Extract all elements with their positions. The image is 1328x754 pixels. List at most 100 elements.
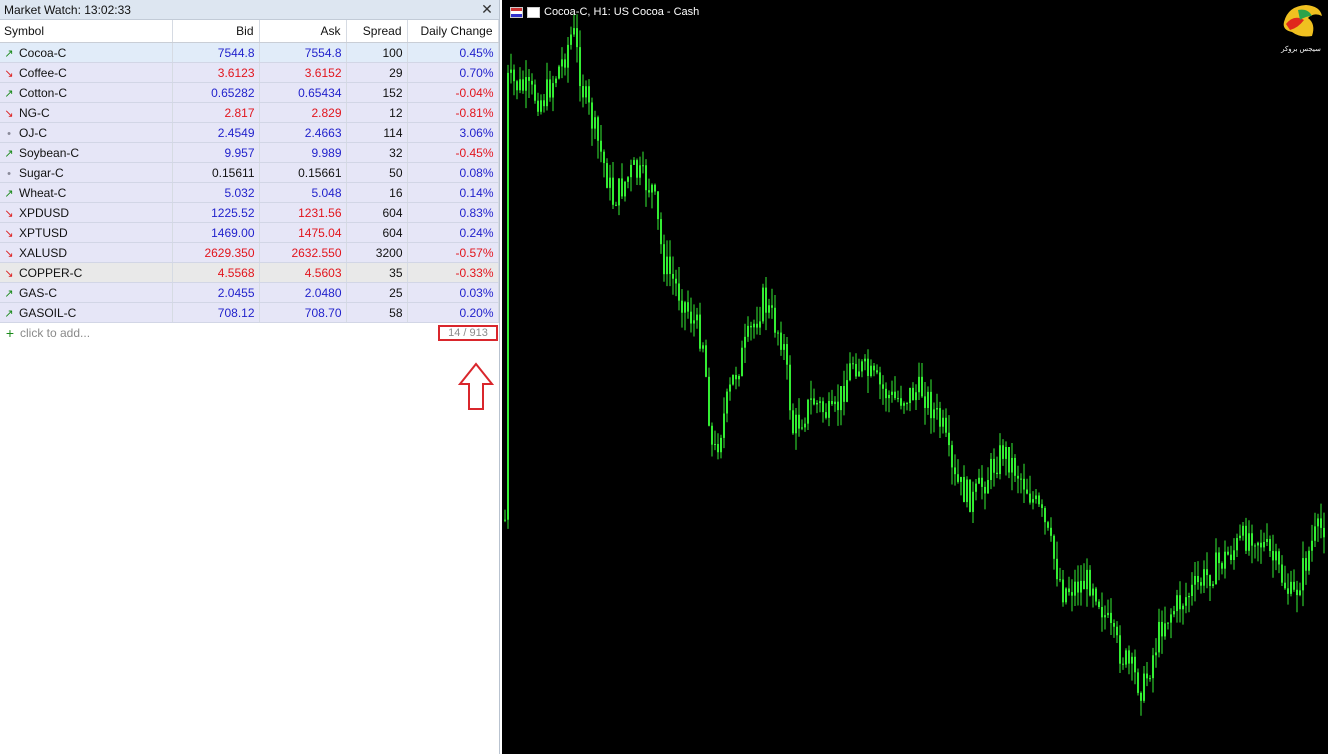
symbol-name: COPPER-C [19, 265, 83, 280]
candle-body [669, 256, 671, 274]
close-icon[interactable]: ✕ [479, 1, 495, 18]
candle-body [609, 177, 611, 188]
candle-body [1305, 558, 1307, 571]
symbol-cell[interactable]: ↗ Soybean-C [0, 142, 173, 163]
column-header-spread[interactable]: Spread [346, 20, 408, 43]
candle-body [660, 219, 662, 245]
candle-body [1320, 518, 1322, 528]
candle-body [639, 165, 641, 178]
candle-body [1206, 569, 1208, 576]
candle-body [525, 77, 527, 91]
candle-body [1179, 595, 1181, 610]
bid-cell: 5.032 [172, 182, 260, 203]
bid-cell: 4.5568 [172, 262, 260, 283]
candle-body [1281, 564, 1283, 583]
candle-body [1236, 538, 1238, 551]
candle-body [852, 363, 854, 365]
symbol-cell[interactable]: ↗ GASOIL-C [0, 302, 173, 323]
chart-type-icon[interactable] [527, 6, 540, 18]
candle-body [612, 177, 614, 205]
candle-body [969, 479, 971, 512]
column-header-daily-change[interactable]: Daily Change [407, 20, 499, 43]
candle-body [546, 79, 548, 107]
table-row[interactable]: ↘ Coffee-C 3.6123 3.6152 29 0.70% [0, 62, 499, 83]
symbol-cell[interactable]: ↗ GAS-C [0, 282, 173, 303]
candle-body [615, 204, 617, 206]
table-row[interactable]: ↘ XPDUSD 1225.52 1231.56 604 0.83% [0, 202, 499, 223]
symbol-cell[interactable]: ↗ Cotton-C [0, 82, 173, 103]
table-row[interactable]: • Sugar-C 0.15611 0.15661 50 0.08% [0, 162, 499, 183]
symbol-name: XALUSD [19, 245, 68, 260]
candle-body [1155, 652, 1157, 656]
symbol-cell[interactable]: • OJ-C [0, 122, 173, 143]
symbol-cell[interactable]: ↘ Coffee-C [0, 62, 173, 83]
candle-body [690, 311, 692, 324]
candle-body [702, 345, 704, 349]
candle-body [720, 437, 722, 453]
table-row[interactable]: ↗ GAS-C 2.0455 2.0480 25 0.03% [0, 282, 499, 303]
table-row[interactable]: ↘ XALUSD 2629.350 2632.550 3200 -0.57% [0, 242, 499, 263]
candle-body [1041, 504, 1043, 509]
candle-body [561, 59, 563, 67]
candle-body [1128, 650, 1130, 664]
candle-body [1125, 650, 1127, 665]
daily-change-cell: -0.81% [407, 102, 499, 123]
candle-body [1149, 678, 1151, 680]
symbol-cell[interactable]: ↘ XPDUSD [0, 202, 173, 223]
candle-body [1245, 525, 1247, 551]
candle-body [621, 178, 623, 197]
candle-body [849, 363, 851, 381]
daily-change-cell: 0.08% [407, 162, 499, 183]
column-header-symbol[interactable]: Symbol [0, 20, 173, 43]
candle-body [753, 323, 755, 328]
candle-body [1137, 672, 1139, 693]
symbol-cell[interactable]: ↗ Cocoa-C [0, 42, 173, 63]
symbol-cell[interactable]: • Sugar-C [0, 162, 173, 183]
ask-cell: 4.5603 [259, 262, 347, 283]
spread-cell: 58 [346, 302, 408, 323]
table-row[interactable]: ↘ XPTUSD 1469.00 1475.04 604 0.24% [0, 222, 499, 243]
candle-body [891, 391, 893, 395]
table-row[interactable]: ↗ GASOIL-C 708.12 708.70 58 0.20% [0, 302, 499, 323]
table-row[interactable]: ↘ NG-C 2.817 2.829 12 -0.81% [0, 102, 499, 123]
table-row[interactable]: ↘ COPPER-C 4.5568 4.5603 35 -0.33% [0, 262, 499, 283]
candle-body [873, 365, 875, 371]
add-symbol-row[interactable]: + click to add... [0, 323, 498, 343]
table-row[interactable]: ↗ Cocoa-C 7544.8 7554.8 100 0.45% [0, 42, 499, 63]
symbol-cell[interactable]: ↘ NG-C [0, 102, 173, 123]
symbol-cell[interactable]: ↘ COPPER-C [0, 262, 173, 283]
candle-body [633, 160, 635, 165]
candle-body [1044, 508, 1046, 523]
candle-body [822, 401, 824, 413]
symbol-cell[interactable]: ↗ Wheat-C [0, 182, 173, 203]
column-header-ask[interactable]: Ask [259, 20, 347, 43]
table-row[interactable]: ↗ Cotton-C 0.65282 0.65434 152 -0.04% [0, 82, 499, 103]
candlestick-chart[interactable] [502, 0, 1328, 754]
candle-body [768, 305, 770, 313]
candle-body [897, 398, 899, 400]
chart-title: Cocoa-C, H1: US Cocoa - Cash [544, 6, 700, 18]
candle-body [726, 391, 728, 414]
ask-cell: 2.0480 [259, 282, 347, 303]
candle-body [1140, 692, 1142, 701]
table-row[interactable]: ↗ Soybean-C 9.957 9.989 32 -0.45% [0, 142, 499, 163]
ask-cell: 1231.56 [259, 202, 347, 223]
table-row[interactable]: • OJ-C 2.4549 2.4663 114 3.06% [0, 122, 499, 143]
candle-body [792, 410, 794, 434]
table-row[interactable]: ↗ Wheat-C 5.032 5.048 16 0.14% [0, 182, 499, 203]
candle-body [1164, 623, 1166, 637]
candle-body [825, 412, 827, 418]
symbol-cell[interactable]: ↘ XALUSD [0, 242, 173, 263]
candle-body [990, 458, 992, 480]
candle-body [918, 376, 920, 393]
chart-window[interactable]: Cocoa-C, H1: US Cocoa - Cash سیجس بروکر [502, 0, 1328, 754]
candle-body [1200, 582, 1202, 586]
symbol-cell[interactable]: ↘ XPTUSD [0, 222, 173, 243]
candle-body [765, 287, 767, 313]
daily-change-cell: -0.33% [407, 262, 499, 283]
column-header-bid[interactable]: Bid [172, 20, 260, 43]
candle-body [657, 191, 659, 220]
candle-body [1038, 495, 1040, 505]
candle-body [1254, 545, 1256, 547]
spread-cell: 100 [346, 42, 408, 63]
